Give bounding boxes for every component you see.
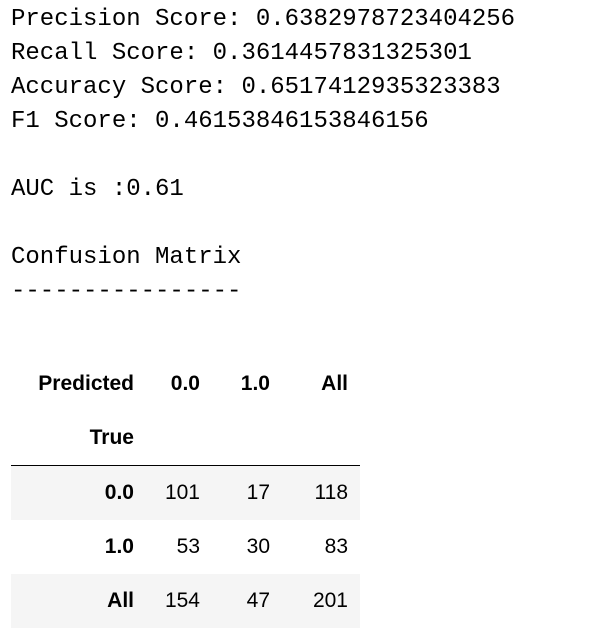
- table-header-row: Predicted 0.0 1.0 All: [11, 357, 360, 411]
- precision-score-line: Precision Score: 0.6382978723404256: [11, 6, 516, 33]
- row-label: All: [11, 574, 134, 628]
- index-name-header: True: [11, 411, 134, 466]
- table-cell: 154: [134, 574, 212, 628]
- confusion-matrix-rule: ----------------: [11, 278, 242, 305]
- table-row: 0.0 101 17 118: [11, 465, 360, 520]
- metrics-output: Precision Score: 0.6382978723404256 Reca…: [11, 3, 515, 139]
- confusion-matrix-table: Predicted 0.0 1.0 All True 0.0 101 17 11…: [11, 357, 360, 628]
- accuracy-score-line: Accuracy Score: 0.6517412935323383: [11, 74, 501, 101]
- empty-header-cell: [134, 411, 212, 466]
- column-header: 0.0: [170, 372, 200, 395]
- table-cell: 118: [282, 465, 360, 520]
- row-label: 1.0: [104, 535, 134, 558]
- index-name-row: True: [11, 411, 360, 466]
- notebook-cell-output: Precision Score: 0.6382978723404256 Reca…: [0, 0, 612, 638]
- row-label: 0.0: [11, 465, 134, 520]
- table-cell: 17: [212, 465, 282, 520]
- table-cell: 101: [134, 465, 212, 520]
- column-header: 1.0: [240, 372, 270, 395]
- empty-header-cell: [212, 411, 282, 466]
- auc-line: AUC is :0.61: [11, 176, 184, 203]
- column-header: All: [321, 372, 348, 395]
- table-row: All 154 47 201: [11, 574, 360, 628]
- recall-score-line: Recall Score: 0.3614457831325301: [11, 40, 472, 67]
- table-cell: 83: [324, 535, 348, 558]
- table-cell: 30: [246, 535, 270, 558]
- table-row: 1.0 53 30 83: [11, 520, 360, 574]
- f1-score-line: F1 Score: 0.46153846153846156: [11, 108, 429, 135]
- table-cell: 47: [212, 574, 282, 628]
- table-cell: 53: [176, 535, 200, 558]
- table-cell: 201: [282, 574, 360, 628]
- confusion-matrix-title: Confusion Matrix: [11, 244, 242, 271]
- columns-name-header: Predicted: [38, 372, 134, 395]
- empty-header-cell: [282, 411, 360, 466]
